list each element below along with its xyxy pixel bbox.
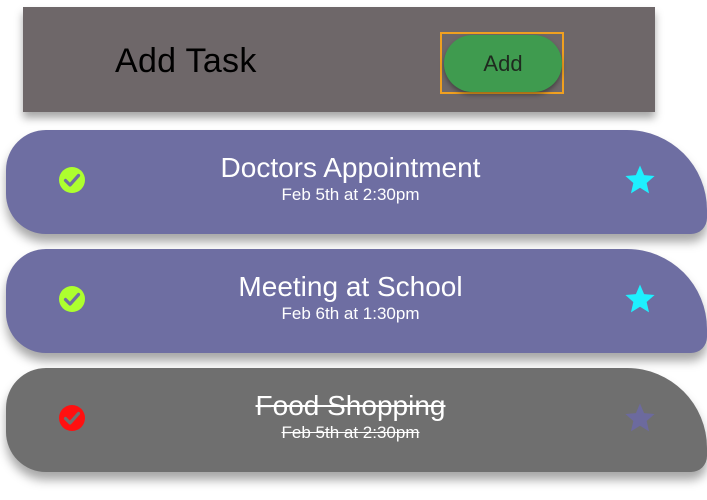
add-button[interactable]: Add (444, 35, 562, 92)
task-title: Food Shopping (255, 390, 446, 421)
task-text: Meeting at School Feb 6th at 1:30pm (6, 270, 707, 324)
star-icon[interactable] (623, 401, 657, 435)
task-title: Doctors Appointment (220, 152, 481, 183)
task-card[interactable]: Doctors Appointment Feb 5th at 2:30pm (6, 130, 707, 234)
task-text: Food Shopping Feb 5th at 2:30pm (6, 389, 707, 443)
task-title: Meeting at School (238, 271, 463, 302)
task-time: Feb 5th at 2:30pm (281, 423, 420, 442)
task-text: Doctors Appointment Feb 5th at 2:30pm (6, 151, 707, 205)
header-title: Add Task (115, 42, 257, 80)
star-icon[interactable] (623, 163, 657, 197)
task-time: Feb 6th at 1:30pm (281, 304, 420, 323)
add-task-header: Add Task Add (23, 7, 655, 112)
task-card-completed[interactable]: Food Shopping Feb 5th at 2:30pm (6, 368, 707, 472)
task-card[interactable]: Meeting at School Feb 6th at 1:30pm (6, 249, 707, 353)
add-button-focus-outline: Add (440, 32, 564, 94)
star-icon[interactable] (623, 282, 657, 316)
task-app: Add Task Add Doctors Appointment Feb 5th… (0, 0, 707, 500)
task-time: Feb 5th at 2:30pm (281, 185, 420, 204)
